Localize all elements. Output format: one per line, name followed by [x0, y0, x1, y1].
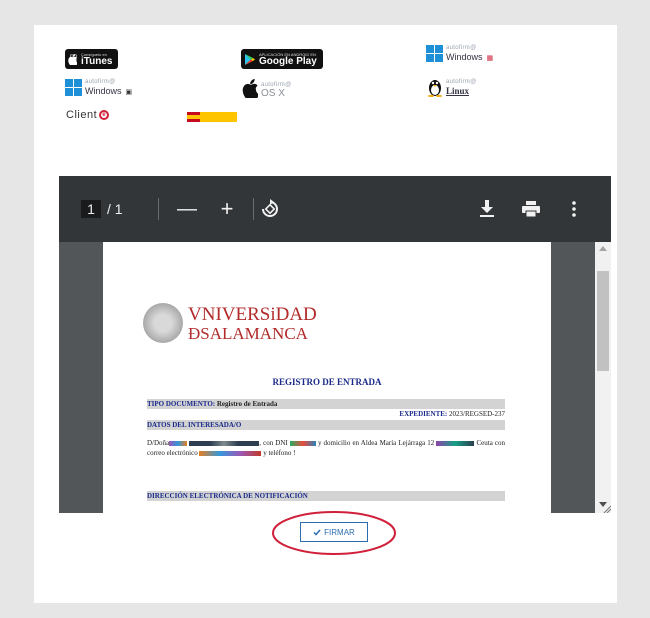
firmar-area: FIRMAR — [270, 509, 398, 559]
client-label: Client — [66, 109, 98, 121]
more-vert-icon — [572, 201, 576, 217]
document-title: REGISTRO DE ENTRADA — [272, 377, 382, 387]
autofirma-osx-label: OS X — [261, 87, 285, 99]
windows-icon — [426, 45, 443, 62]
more-options-button[interactable] — [565, 196, 583, 222]
firmar-label: FIRMAR — [324, 527, 355, 537]
client-e-badge[interactable]: Client e — [66, 109, 110, 121]
itunes-label: iTunes — [72, 55, 112, 67]
datos-interesado-row: DATOS DEL INTERESADA/O — [147, 420, 505, 430]
apple-logo-icon — [68, 53, 77, 65]
autofirma-linux-badge[interactable]: autofirm@ Linux — [427, 77, 476, 97]
autofirma-brand: autofirm@ — [446, 78, 477, 85]
itunes-badge[interactable]:  Consíguelo en iTunes — [65, 49, 119, 69]
university-name-line2: ÐSALAMANCA — [188, 324, 308, 343]
redacted-name — [169, 440, 188, 446]
check-icon — [313, 529, 321, 536]
redacted-address — [436, 440, 475, 446]
university-crest-icon — [143, 303, 183, 343]
windows-icon — [65, 79, 82, 96]
redacted-email — [199, 450, 262, 456]
redacted-dni — [289, 440, 316, 446]
autofirma-linux-label: Linux — [446, 85, 470, 96]
body-text-b: , con DNI — [259, 439, 288, 447]
zoom-out-button[interactable]: — — [176, 196, 198, 222]
autofirma-osx-badge[interactable]: autofirm@ OS X — [242, 79, 291, 101]
tipo-documento-value: Registro de Entrada — [216, 400, 278, 408]
body-text-f: y teléfono — [263, 449, 292, 457]
pdf-viewer: 1 / 1 — + VNIVERSiDAD ÐSALAMANCA REGISTR… — [59, 176, 611, 513]
client-brand: autofirm@ — [85, 79, 116, 85]
redacted-surname — [189, 440, 260, 446]
expediente-value: 2023/REGSED-237 — [449, 410, 505, 418]
google-play-label: Google Play — [259, 55, 317, 67]
windows-variant-icon: ▦ — [486, 54, 494, 62]
google-play-store[interactable]: APLICACIÓN EN ANDROID EN Google Play — [241, 49, 323, 69]
direccion-notificacion-row: DIRECCIÓN ELECTRÓNICA DE NOTIFICACIÓN — [147, 491, 505, 501]
download-icon — [480, 200, 494, 217]
pdf-toolbar: 1 / 1 — + — [59, 176, 611, 242]
autofirma-windows-label: Windows — [446, 52, 483, 62]
google-play-icon — [245, 53, 255, 65]
client-e-icon: e — [99, 110, 110, 120]
itunes-store[interactable]:  Consíguelo en iTunes — [65, 49, 119, 69]
autofirma-brand: autofirm@ — [446, 45, 477, 51]
resize-grip-icon[interactable] — [601, 503, 611, 513]
windows-variant-icon: ▣ — [125, 88, 133, 96]
zoom-in-button[interactable]: + — [216, 196, 238, 222]
linux-penguin-icon — [428, 80, 442, 97]
university-name-line1: VNIVERSiDAD — [188, 304, 317, 325]
toolbar-divider — [253, 198, 254, 220]
body-text-a: D/Doña — [147, 439, 170, 447]
toolbar-divider — [158, 198, 159, 220]
client-windows-label: Windows — [85, 86, 122, 96]
datos-interesado-label: DATOS DEL INTERESADA/O — [147, 421, 242, 429]
interesado-text: D/Doña , con DNI y domicilio en Aldea Ma… — [147, 438, 505, 458]
firmar-button[interactable]: FIRMAR — [300, 522, 368, 542]
total-pages: / 1 — [107, 201, 123, 217]
print-button[interactable] — [519, 196, 543, 222]
page-number-input[interactable]: 1 — [81, 200, 101, 218]
spain-government-logo — [187, 112, 237, 122]
expediente-row: EXPEDIENTE: 2023/REGSED-237 — [147, 409, 505, 419]
download-button[interactable] — [475, 196, 499, 222]
tipo-documento-label: TIPO DOCUMENTO: — [147, 400, 216, 408]
rotate-button[interactable] — [258, 196, 282, 222]
body-text-g: ! — [293, 449, 296, 457]
scrollbar-thumb[interactable] — [597, 271, 609, 371]
print-icon — [522, 201, 540, 218]
direccion-notificacion-label: DIRECCIÓN ELECTRÓNICA DE NOTIFICACIÓN — [147, 492, 308, 500]
apple-icon — [242, 79, 260, 101]
rotate-icon — [262, 199, 278, 217]
tipo-documento-row: TIPO DOCUMENTO: Registro de Entrada — [147, 399, 505, 409]
body-text-d: Lejárraga 12 — [398, 439, 435, 447]
expediente-label: EXPEDIENTE: — [399, 410, 448, 418]
signing-card:  Consíguelo en iTunes APLICACIÓN EN AND… — [34, 25, 617, 603]
scroll-up-icon[interactable] — [599, 246, 607, 251]
client-windows-badge[interactable]: autofirm@ Windows ▣ — [65, 79, 132, 96]
spain-flag-icon — [187, 112, 237, 122]
autofirma-windows-badge[interactable]: autofirm@ Windows ▦ — [426, 45, 493, 62]
pdf-page: VNIVERSiDAD ÐSALAMANCA REGISTRO DE ENTRA… — [103, 242, 551, 513]
body-text-c: y domicilio en Aldea María — [317, 439, 397, 447]
google-play-badge[interactable]: APLICACIÓN EN ANDROID EN Google Play — [241, 49, 323, 69]
